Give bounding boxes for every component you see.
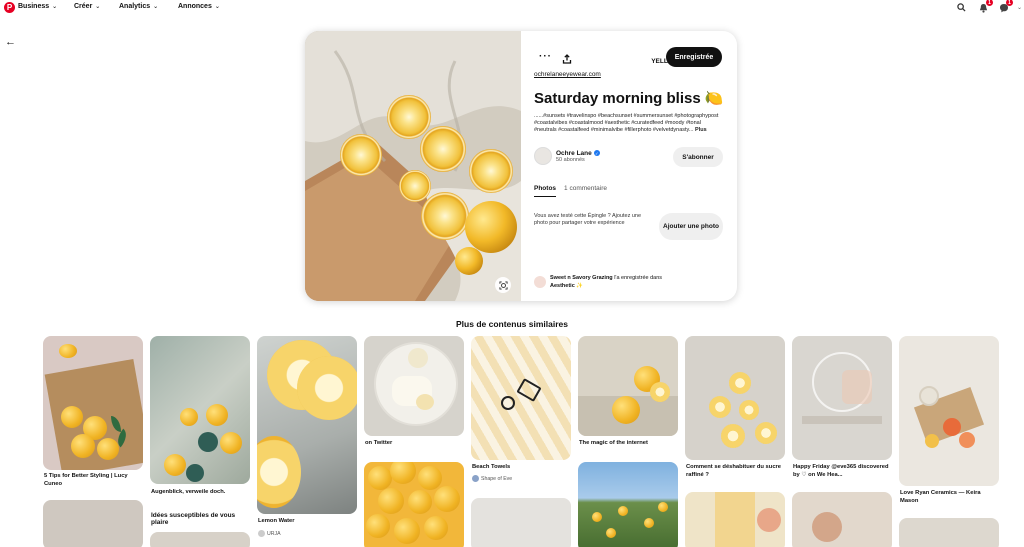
saver-avatar[interactable] bbox=[534, 276, 546, 288]
nav-business[interactable]: Business ⌄ bbox=[18, 3, 57, 10]
pin-tabs: Photos 1 commentaire bbox=[534, 185, 607, 197]
pin-tile[interactable] bbox=[685, 492, 785, 547]
pin-tile[interactable] bbox=[578, 462, 678, 547]
pin-title: Saturday morning bliss 🍋 bbox=[534, 90, 724, 107]
tab-photos[interactable]: Photos bbox=[534, 185, 557, 197]
saved-button[interactable]: Enregistrée bbox=[666, 47, 722, 67]
search-icon[interactable] bbox=[956, 2, 967, 13]
pinterest-logo-icon[interactable]: P bbox=[4, 2, 15, 13]
tab-comments[interactable]: 1 commentaire bbox=[564, 185, 607, 197]
account-chevron-icon[interactable]: ⌄ bbox=[1015, 2, 1024, 13]
pin-closeup-card: ··· 1# YELLOW Enregistrée ochrelaneeyewe… bbox=[305, 31, 737, 301]
pin-caption[interactable]: on Twitter bbox=[365, 440, 465, 448]
chevron-down-icon: ⌄ bbox=[214, 4, 220, 10]
chevron-down-icon: ⌄ bbox=[95, 4, 101, 10]
saved-by-info: Sweet n Savory Grazing l'a enregistrée d… bbox=[534, 275, 662, 290]
pin-tile[interactable] bbox=[471, 498, 571, 547]
pin-tile[interactable] bbox=[364, 336, 464, 436]
messages-icon[interactable]: 1 bbox=[998, 0, 1013, 13]
nav-business-label: Business bbox=[18, 3, 50, 10]
pin-caption[interactable]: Love Ryan Ceramics — Keira Mason bbox=[900, 490, 1000, 505]
pin-tile[interactable] bbox=[150, 336, 250, 484]
pin-caption[interactable]: Happy Friday @eve365 discovered by ♡ on … bbox=[793, 464, 893, 479]
pin-caption[interactable]: Comment se déshabituer du sucre raffiné … bbox=[686, 464, 786, 479]
pin-tile[interactable] bbox=[792, 492, 892, 547]
description-more-link[interactable]: Plus bbox=[695, 127, 707, 133]
ideas-section-heading: Idées susceptibles de vous plaire bbox=[151, 512, 236, 526]
pin-user[interactable]: Shape of Eve bbox=[472, 475, 512, 482]
nav-ads[interactable]: Annonces ⌄ bbox=[178, 3, 220, 10]
nav-analytics[interactable]: Analytics ⌄ bbox=[119, 3, 158, 10]
more-options-icon[interactable]: ··· bbox=[539, 51, 552, 62]
pin-description: ......#sunsets #travelinspo #beachsunset… bbox=[534, 113, 720, 133]
back-arrow-icon[interactable]: ← bbox=[5, 36, 16, 48]
pin-tile[interactable] bbox=[43, 500, 143, 547]
pin-details-panel: ··· 1# YELLOW Enregistrée ochrelaneeyewe… bbox=[521, 31, 737, 301]
source-link[interactable]: ochrelaneeyewear.com bbox=[534, 71, 601, 78]
pin-tile[interactable] bbox=[471, 336, 571, 460]
share-icon[interactable] bbox=[562, 51, 572, 64]
nav-create-label: Créer bbox=[74, 3, 93, 10]
messages-badge: 1 bbox=[1006, 0, 1013, 6]
notifications-badge: 1 bbox=[986, 0, 993, 6]
nav-ads-label: Annonces bbox=[178, 3, 212, 10]
pin-user-name: URJA bbox=[267, 530, 281, 537]
pin-tile[interactable] bbox=[792, 336, 892, 460]
creator-followers: 50 abonnés bbox=[556, 156, 585, 163]
pin-tile[interactable] bbox=[150, 532, 250, 547]
saved-board-name[interactable]: Aesthetic ✨ bbox=[550, 283, 583, 289]
pin-caption[interactable]: The magic of the internet bbox=[579, 440, 679, 448]
creator-name[interactable]: Ochre Lane bbox=[556, 150, 592, 157]
pin-description-text: ......#sunsets #travelinspo #beachsunset… bbox=[534, 113, 719, 133]
pin-tile[interactable] bbox=[899, 336, 999, 486]
pin-caption[interactable]: Lemon Water bbox=[258, 518, 358, 526]
verified-check-icon: ✓ bbox=[593, 150, 600, 156]
pin-caption[interactable]: Beach Towels bbox=[472, 464, 572, 472]
pin-user[interactable]: URJA bbox=[258, 530, 281, 537]
nav-create[interactable]: Créer ⌄ bbox=[74, 3, 100, 10]
pin-caption[interactable]: 5 Tips for Better Styling | Lucy Cuneo bbox=[44, 473, 144, 488]
chevron-down-icon: ⌄ bbox=[52, 4, 58, 10]
pin-tile[interactable] bbox=[364, 462, 464, 547]
notifications-bell-icon[interactable]: 1 bbox=[978, 0, 993, 13]
nav-analytics-label: Analytics bbox=[119, 3, 151, 10]
pin-tile[interactable] bbox=[899, 518, 999, 547]
pin-image[interactable] bbox=[305, 31, 521, 301]
visual-search-icon[interactable] bbox=[495, 277, 511, 293]
creator-info[interactable]: Ochre Lane ✓ 50 abonnés bbox=[534, 147, 600, 165]
similar-content-heading: Plus de contenus similaires bbox=[456, 319, 568, 329]
follow-button[interactable]: S'abonner bbox=[673, 147, 723, 167]
pin-user-name: Shape of Eve bbox=[481, 475, 513, 482]
pin-tile[interactable] bbox=[685, 336, 785, 460]
top-navigation: P Business ⌄ Créer ⌄ Analytics ⌄ Annonces ⌄ … bbox=[0, 0, 1024, 16]
add-photo-button[interactable]: Ajouter une photo bbox=[659, 213, 723, 240]
chevron-down-icon: ⌄ bbox=[153, 4, 159, 10]
try-prompt-text: Vous avez testé cette Épingle ? Ajoutez … bbox=[534, 213, 642, 226]
user-avatar bbox=[472, 475, 479, 482]
pin-caption[interactable]: Augenblick, verweile doch. bbox=[151, 489, 251, 497]
saved-by-text: l'a enregistrée dans bbox=[614, 275, 663, 281]
pin-tile[interactable] bbox=[257, 336, 357, 514]
creator-avatar[interactable] bbox=[534, 147, 552, 165]
pin-tile[interactable] bbox=[43, 336, 143, 470]
pin-tile[interactable] bbox=[578, 336, 678, 436]
saver-name[interactable]: Sweet n Savory Grazing bbox=[550, 275, 613, 281]
user-avatar bbox=[258, 530, 265, 537]
